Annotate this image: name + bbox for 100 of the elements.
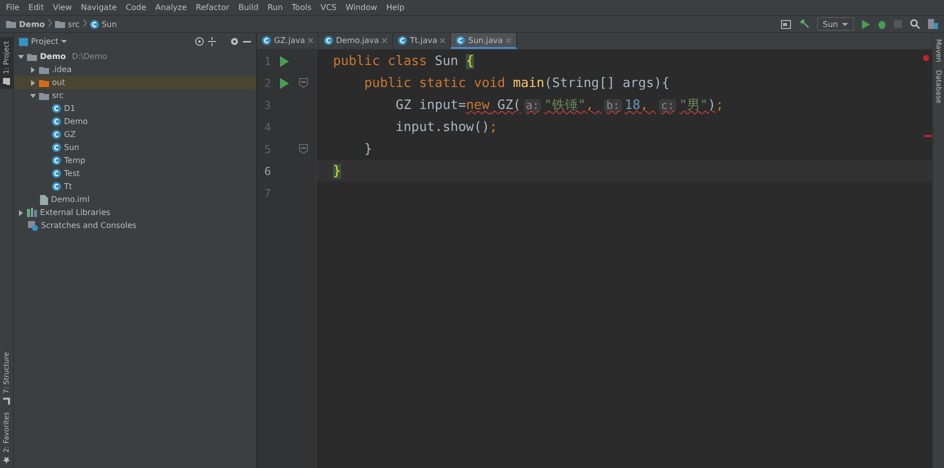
close-icon[interactable] bbox=[440, 38, 446, 42]
structure-icon bbox=[3, 397, 10, 404]
panel-icon bbox=[19, 38, 28, 46]
search-icon[interactable] bbox=[910, 19, 920, 29]
scratches-icon bbox=[28, 220, 38, 230]
project-structure-icon[interactable] bbox=[928, 19, 938, 29]
tree-row[interactable]: Test bbox=[14, 167, 256, 180]
close-icon[interactable] bbox=[308, 38, 313, 42]
menu-item[interactable]: Run bbox=[267, 3, 283, 12]
fold-marker-icon[interactable] bbox=[299, 144, 308, 154]
class-icon bbox=[52, 130, 61, 139]
tree-item-label: Scratches and Consoles bbox=[41, 221, 136, 230]
tree-row[interactable]: Sun bbox=[14, 141, 256, 154]
file-icon bbox=[40, 194, 48, 204]
class-icon bbox=[90, 20, 99, 28]
editor-tab[interactable]: GZ.java bbox=[257, 33, 319, 49]
collapsed-arrow-icon[interactable] bbox=[18, 210, 24, 216]
class-icon bbox=[324, 36, 333, 44]
caret-icon bbox=[842, 22, 848, 26]
tree-row[interactable]: src bbox=[14, 89, 256, 102]
tree-row[interactable]: .idea bbox=[14, 63, 256, 76]
menu-item[interactable]: Tools bbox=[292, 3, 312, 12]
chevron-icon bbox=[82, 19, 87, 27]
class-icon bbox=[262, 36, 271, 44]
hammer-icon[interactable] bbox=[798, 19, 809, 29]
code-line: } bbox=[363, 142, 372, 156]
folder-icon bbox=[54, 20, 65, 28]
expanded-arrow-icon[interactable] bbox=[30, 92, 36, 98]
class-icon bbox=[398, 36, 407, 44]
breadcrumb-item[interactable]: Sun bbox=[90, 20, 117, 28]
tree-row[interactable]: Scratches and Consoles bbox=[14, 219, 256, 232]
menu-item[interactable]: View bbox=[52, 3, 72, 12]
class-icon bbox=[52, 169, 61, 178]
run-configuration-dropdown[interactable]: Sun bbox=[816, 17, 854, 31]
tree-item-label: Demo.iml bbox=[51, 195, 90, 204]
tree-row[interactable]: Demo bbox=[14, 115, 256, 128]
class-icon bbox=[52, 104, 61, 113]
tree-row[interactable]: External Libraries bbox=[14, 206, 256, 219]
close-icon[interactable] bbox=[382, 38, 387, 42]
menu-item[interactable]: VCS bbox=[320, 3, 337, 12]
run-icon[interactable] bbox=[862, 20, 870, 28]
menu-item[interactable]: Build bbox=[238, 3, 258, 12]
tree-item-label: Demo bbox=[40, 52, 66, 61]
menu-item[interactable]: Code bbox=[126, 3, 146, 12]
tree-row[interactable]: Tt bbox=[14, 180, 256, 193]
class-icon bbox=[52, 143, 61, 152]
tree-item-label: Sun bbox=[64, 143, 80, 152]
tree-item-label: External Libraries bbox=[40, 208, 110, 217]
window-icon[interactable] bbox=[780, 20, 791, 28]
line-number: 6 bbox=[263, 164, 271, 178]
tree-row[interactable]: out bbox=[14, 76, 256, 89]
class-icon bbox=[456, 36, 466, 44]
collapsed-arrow-icon[interactable] bbox=[30, 66, 36, 72]
module-folder-icon bbox=[27, 52, 37, 60]
breadcrumb-item[interactable]: src bbox=[54, 20, 80, 28]
menu-item[interactable]: Window bbox=[346, 3, 378, 12]
module-folder-icon bbox=[6, 20, 16, 28]
tree-row[interactable]: Temp bbox=[14, 154, 256, 167]
class-icon bbox=[52, 156, 61, 165]
menu-item[interactable]: File bbox=[6, 3, 20, 12]
expanded-arrow-icon[interactable] bbox=[18, 54, 24, 60]
tree-item-label: Tt bbox=[64, 182, 72, 191]
project-view-dropdown[interactable]: Project bbox=[19, 37, 68, 46]
menu-item[interactable]: Navigate bbox=[80, 3, 117, 12]
code-line: GZ input=new GZ( a: "铁锤", b: 18, c: "男"); bbox=[394, 97, 724, 114]
tree-item-label: Test bbox=[64, 169, 80, 178]
locate-icon[interactable] bbox=[195, 37, 204, 46]
run-icon[interactable] bbox=[280, 78, 288, 88]
run-icon[interactable] bbox=[280, 56, 288, 66]
tree-row[interactable]: GZ bbox=[14, 128, 256, 141]
tree-item-label: D1 bbox=[64, 104, 76, 113]
code-line: input.show(); bbox=[394, 120, 498, 134]
collapsed-arrow-icon[interactable] bbox=[30, 80, 36, 86]
settings-icon[interactable] bbox=[230, 37, 239, 46]
tree-item-label: Demo bbox=[64, 117, 88, 126]
tree-item-label: Temp bbox=[64, 156, 86, 165]
tree-item-label: GZ bbox=[64, 130, 76, 139]
star-icon bbox=[3, 457, 10, 464]
tree-item-label: src bbox=[52, 91, 64, 100]
library-icon bbox=[27, 208, 37, 217]
tree-item-label: out bbox=[52, 78, 66, 87]
tree-row[interactable]: D1 bbox=[14, 102, 256, 115]
menu-item[interactable]: Edit bbox=[28, 3, 44, 12]
chevron-icon bbox=[48, 19, 52, 27]
fold-marker-icon[interactable] bbox=[299, 78, 308, 88]
breadcrumb-item[interactable]: Demo bbox=[6, 20, 45, 28]
menu-item[interactable]: Refactor bbox=[196, 3, 230, 12]
editor-tab[interactable]: Sun.java bbox=[451, 33, 517, 49]
menu-item[interactable]: Analyze bbox=[155, 3, 187, 12]
project-path: D:\Demo bbox=[72, 52, 108, 61]
class-icon bbox=[52, 117, 61, 126]
tree-row[interactable]: Demo D:\Demo bbox=[14, 50, 256, 63]
error-indicator-icon[interactable] bbox=[923, 55, 929, 61]
collapse-icon[interactable] bbox=[208, 37, 216, 46]
code-line: public static void main(String[] args){ bbox=[363, 76, 670, 90]
menu-item[interactable]: Help bbox=[386, 3, 404, 12]
tree-item-label: .idea bbox=[52, 65, 72, 74]
tree-row[interactable]: Demo.iml bbox=[14, 193, 256, 206]
folder-icon bbox=[3, 78, 10, 85]
editor-tab[interactable]: Demo.java bbox=[318, 33, 393, 49]
